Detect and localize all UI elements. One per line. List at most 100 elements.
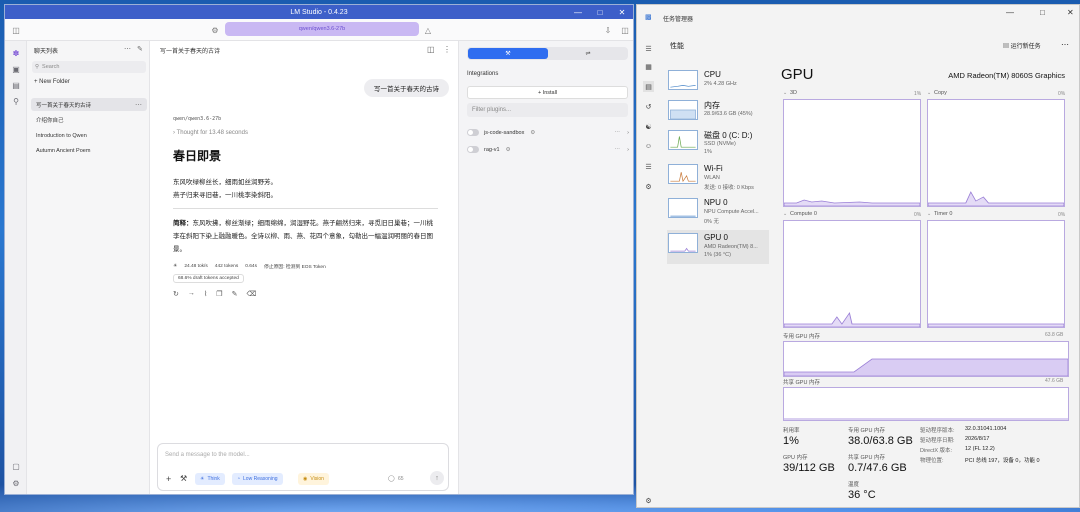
engine-label[interactable]: 3D bbox=[790, 90, 797, 96]
chevron-down-icon[interactable]: ⌄ bbox=[927, 211, 931, 217]
device-mini-graph bbox=[668, 70, 698, 90]
chat-icon[interactable]: ✽ bbox=[10, 47, 22, 59]
tools-icon[interactable]: ⚒ bbox=[180, 474, 187, 483]
services-icon[interactable]: ⚙ bbox=[643, 181, 654, 192]
startup-icon[interactable]: ☯ bbox=[643, 121, 654, 132]
gpu-model: AMD Radeon(TM) 8060S Graphics bbox=[948, 71, 1065, 80]
list-item[interactable]: Introduction to Qwen bbox=[31, 129, 147, 142]
metric-value: 36 °C bbox=[848, 489, 876, 501]
more-icon[interactable]: ⋯ bbox=[1061, 40, 1069, 49]
users-icon[interactable]: ☺ bbox=[643, 141, 654, 152]
continue-icon[interactable]: → bbox=[188, 290, 195, 298]
draft-tokens-badge: 68.6% draft tokens accepted bbox=[173, 274, 244, 283]
performance-icon[interactable]: ▤ bbox=[643, 81, 654, 92]
split-view-icon[interactable]: ◫ bbox=[427, 45, 435, 54]
device-card[interactable]: GPU 0 AMD Radeon(TM) 8... 1% (36 °C) bbox=[667, 230, 769, 264]
chat-list-panel: 聊天列表 ⋯ ✎ ⚲ Search + New Folder 写一首关于春天的古诗… bbox=[27, 41, 150, 494]
tab-integrations[interactable]: ⚒ bbox=[468, 48, 548, 59]
device-card[interactable]: Wi-Fi WLAN 发送: 0 接收: 0 Kbps bbox=[667, 161, 769, 195]
run-new-task-button[interactable]: ▤ 运行新任务 bbox=[1003, 41, 1041, 50]
install-button[interactable]: + Install bbox=[467, 86, 628, 99]
branch-icon[interactable]: ⌇ bbox=[204, 290, 207, 298]
list-item[interactable]: Autumn Ancient Poem bbox=[31, 144, 147, 157]
list-item[interactable]: 介绍你自己 bbox=[31, 113, 147, 126]
download-icon[interactable]: ⇩ bbox=[602, 24, 614, 36]
more-icon[interactable]: ⋯ bbox=[135, 101, 142, 109]
chat-title: 写一首关于春天的古诗 bbox=[160, 49, 221, 55]
filter-placeholder: Filter plugins... bbox=[472, 107, 512, 113]
plugin-toggle[interactable] bbox=[467, 146, 479, 153]
search-icon[interactable]: ⚲ bbox=[10, 95, 22, 107]
more-icon[interactable]: ⋯ bbox=[615, 147, 621, 153]
chat-title: 写一首关于春天的古诗 bbox=[36, 102, 92, 109]
settings-icon[interactable]: ⚙ bbox=[209, 24, 221, 36]
terminal-icon[interactable]: ▣ bbox=[10, 63, 22, 75]
minimize-icon[interactable]: — bbox=[567, 5, 589, 19]
details-icon[interactable]: ☰ bbox=[643, 161, 654, 172]
device-card[interactable]: 内存 28.9/63.6 GB (45%) bbox=[667, 97, 769, 131]
more-icon[interactable]: ⋯ bbox=[615, 130, 621, 136]
message-composer[interactable]: Send a message to the model... + ⚒ ☀ Thin… bbox=[157, 443, 449, 491]
menu-icon[interactable]: ☰ bbox=[643, 43, 654, 54]
search-input[interactable]: ⚲ Search bbox=[32, 61, 146, 73]
engine-label[interactable]: Timer 0 bbox=[934, 211, 952, 217]
maximize-icon[interactable]: □ bbox=[1040, 8, 1045, 17]
device-name: GPU 0 bbox=[704, 233, 729, 242]
chevron-right-icon[interactable]: › bbox=[627, 130, 629, 136]
integrations-panel: ⚒ ⇌ Integrations + Install Filter plugin… bbox=[458, 41, 633, 494]
chevron-down-icon[interactable]: ⌄ bbox=[927, 90, 931, 96]
maximize-icon[interactable]: □ bbox=[589, 5, 611, 19]
search-icon: ⚲ bbox=[35, 64, 40, 70]
panel-toggle-icon[interactable]: ◫ bbox=[619, 24, 631, 36]
copy-icon[interactable]: ❐ bbox=[216, 290, 222, 298]
sidebar-toggle-icon[interactable]: ◫ bbox=[10, 24, 22, 36]
gear-icon[interactable]: ⚙ bbox=[10, 477, 22, 489]
device-icon[interactable]: ▢ bbox=[10, 460, 22, 472]
new-chat-icon[interactable]: ✎ bbox=[137, 45, 143, 53]
vision-toggle[interactable]: ◉ Vision bbox=[298, 473, 329, 485]
thought-toggle[interactable]: › Thought for 13.48 seconds bbox=[173, 130, 248, 136]
engine-label[interactable]: Compute 0 bbox=[790, 211, 817, 217]
folder-icon[interactable]: ▤ bbox=[10, 79, 22, 91]
reasoning-toggle[interactable]: ◔ Low Reasoning bbox=[232, 473, 283, 485]
think-toggle[interactable]: ☀ Think bbox=[195, 473, 225, 485]
eject-icon[interactable]: △ bbox=[422, 24, 434, 36]
device-card[interactable]: NPU 0 NPU Compute Accel... 0% 无 bbox=[667, 195, 769, 229]
more-icon[interactable]: ⋮ bbox=[443, 45, 451, 54]
new-folder-button[interactable]: + New Folder bbox=[34, 79, 70, 85]
plugin-icon: ⚙ bbox=[505, 146, 511, 153]
device-card[interactable]: 磁盘 0 (C: D:) SSD (NVMe) 1% bbox=[667, 127, 769, 161]
device-l1: WLAN bbox=[704, 175, 720, 181]
close-icon[interactable]: ✕ bbox=[1067, 8, 1074, 17]
send-button[interactable]: ↑ bbox=[430, 471, 444, 485]
eye-icon: ◉ bbox=[303, 476, 308, 482]
edit-icon[interactable]: ✎ bbox=[232, 290, 238, 298]
tab-settings[interactable]: ⇌ bbox=[549, 48, 627, 59]
engine-value: 1% bbox=[914, 91, 922, 97]
plugin-toggle[interactable] bbox=[467, 129, 479, 136]
chevron-right-icon[interactable]: › bbox=[627, 147, 629, 153]
device-l2: 发送: 0 接收: 0 Kbps bbox=[704, 185, 754, 191]
chevron-down-icon[interactable]: ⌄ bbox=[783, 90, 787, 96]
processes-icon[interactable]: ▦ bbox=[643, 61, 654, 72]
device-card[interactable]: CPU 2% 4.28 GHz bbox=[667, 67, 769, 101]
detail-key: 驱动程序日期: bbox=[920, 438, 955, 444]
settings-icon[interactable]: ⚙ bbox=[643, 495, 654, 506]
minimize-icon[interactable]: — bbox=[1006, 8, 1014, 17]
regenerate-icon[interactable]: ↻ bbox=[173, 290, 179, 298]
more-icon[interactable]: ⋯ bbox=[124, 45, 131, 53]
chevron-down-icon[interactable]: ⌄ bbox=[783, 211, 787, 217]
dedicated-mem-graph bbox=[783, 341, 1069, 377]
chat-main: 写一首关于春天的古诗 ◫ ⋮ 写一首关于春天的古诗 qwen/qwen3.6-2… bbox=[150, 41, 458, 494]
delete-icon[interactable]: ⌫ bbox=[246, 290, 256, 298]
run-new-task-label: 运行新任务 bbox=[1010, 44, 1041, 50]
model-selector[interactable]: qwen/qwen3.6-27b bbox=[225, 22, 419, 36]
attach-icon[interactable]: + bbox=[166, 474, 171, 484]
filter-input[interactable]: Filter plugins... bbox=[467, 103, 628, 117]
history-icon[interactable]: ↺ bbox=[643, 101, 654, 112]
close-icon[interactable]: ✕ bbox=[611, 5, 633, 19]
metric-value: 38.0/63.8 GB bbox=[848, 435, 913, 447]
engine-label[interactable]: Copy bbox=[934, 90, 947, 96]
metric-label: 专用 GPU 内存 bbox=[848, 428, 885, 434]
list-item[interactable]: 写一首关于春天的古诗 ⋯ bbox=[31, 98, 147, 111]
